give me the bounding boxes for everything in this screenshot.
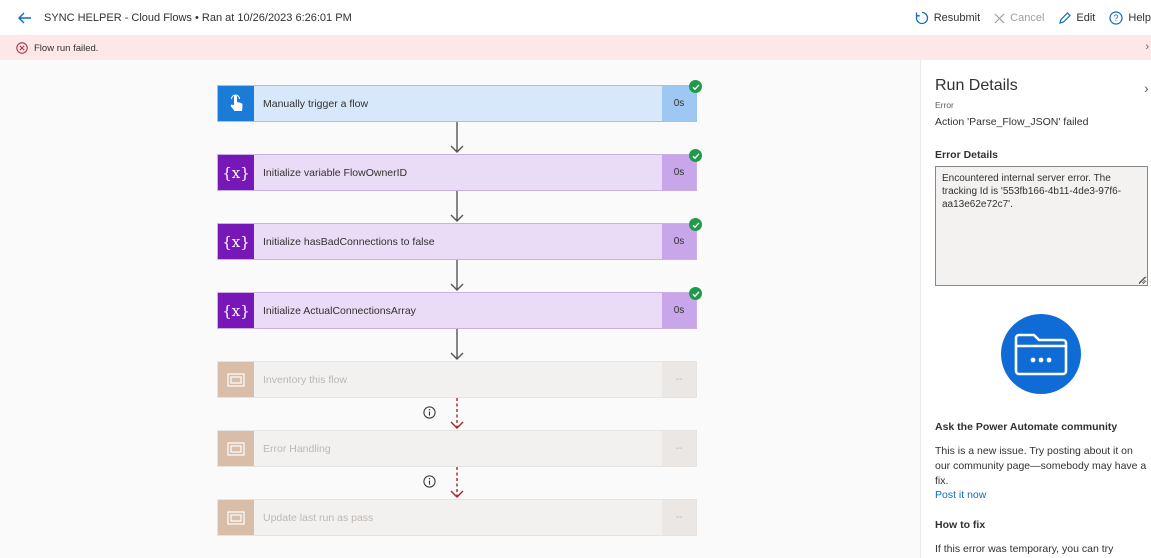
step-label: Initialize hasBadConnections to false [263, 235, 435, 248]
post-it-now-link[interactable]: Post it now [935, 489, 986, 501]
help-button[interactable]: ? Help [1109, 11, 1151, 25]
cancel-icon [994, 13, 1005, 23]
connector-arrow [450, 260, 464, 291]
status-label: Error [935, 100, 954, 110]
error-details-textarea[interactable]: Encountered internal server error. The t… [935, 166, 1148, 286]
error-circle-icon [16, 42, 28, 54]
back-arrow-icon [18, 12, 31, 23]
step-duration: -- [662, 431, 696, 466]
success-check-icon [689, 287, 702, 300]
edit-button[interactable]: Edit [1058, 11, 1096, 25]
folder-icon [1014, 333, 1068, 376]
how-to-fix-text: If this error was temporary, you can try [935, 543, 1114, 555]
svg-text:{x}: {x} [223, 164, 249, 182]
success-check-icon [689, 149, 702, 162]
panel-title: Run Details [935, 77, 1018, 94]
community-heading: Ask the Power Automate community [935, 421, 1118, 433]
info-icon[interactable] [423, 406, 436, 419]
error-details-text: Encountered internal server error. The t… [942, 173, 1122, 210]
edit-label: Edit [1076, 12, 1096, 24]
page-title: SYNC HELPER - Cloud Flows • Ran at 10/26… [44, 11, 352, 24]
collapse-chevron-icon[interactable]: › [1144, 80, 1149, 96]
skipped-connector-arrow [450, 467, 464, 498]
back-button[interactable] [10, 0, 40, 36]
info-icon[interactable] [423, 475, 436, 488]
resubmit-label: Resubmit [933, 12, 981, 24]
step-label: Initialize ActualConnectionsArray [263, 304, 416, 317]
variable-icon: {x} [218, 155, 254, 190]
connector-arrow [450, 329, 464, 360]
error-details-heading: Error Details [935, 149, 999, 161]
connector-arrow [450, 122, 464, 153]
flow-step-manual-trigger[interactable]: Manually trigger a flow 0s [217, 85, 697, 122]
flow-step-error-handling[interactable]: Error Handling -- [217, 430, 697, 467]
scope-icon [218, 431, 254, 466]
connector-arrow [450, 191, 464, 222]
flow-step-init-flowownerid[interactable]: {x} Initialize variable FlowOwnerID 0s [217, 154, 697, 191]
step-label: Inventory this flow [263, 373, 348, 386]
resize-grip-icon[interactable] [1138, 276, 1146, 284]
resubmit-icon [915, 11, 928, 25]
step-label: Manually trigger a flow [263, 97, 369, 110]
run-details-panel: Run Details › Error Action 'Parse_Flow_J… [920, 60, 1151, 558]
step-label: Initialize variable FlowOwnerID [263, 166, 408, 179]
header-bar: SYNC HELPER - Cloud Flows • Ran at 10/26… [0, 0, 1151, 36]
cancel-button[interactable]: Cancel [994, 12, 1044, 24]
dismiss-chevron-icon[interactable]: › [1145, 41, 1149, 53]
error-message: Flow run failed. [34, 42, 99, 54]
pencil-icon [1059, 11, 1072, 24]
svg-text:{x}: {x} [223, 233, 249, 251]
step-duration: -- [662, 362, 696, 397]
flow-step-init-actualconnectionsarray[interactable]: {x} Initialize ActualConnectionsArray 0s [217, 292, 697, 329]
community-text: This is a new issue. Try posting about i… [935, 445, 1147, 487]
scope-icon [218, 500, 254, 535]
touch-icon [218, 86, 254, 121]
skipped-connector-arrow [450, 398, 464, 429]
success-check-icon [689, 218, 702, 231]
success-check-icon [689, 80, 702, 93]
flow-step-update-last-run[interactable]: Update last run as pass -- [217, 499, 697, 536]
folder-illustration [1001, 314, 1081, 394]
step-label: Update last run as pass [263, 511, 374, 524]
flow-step-init-hasbadconnections[interactable]: {x} Initialize hasBadConnections to fals… [217, 223, 697, 260]
step-duration: -- [662, 500, 696, 535]
svg-text:?: ? [1114, 13, 1119, 23]
help-icon: ? [1109, 11, 1123, 25]
status-message: Action 'Parse_Flow_JSON' failed [935, 116, 1089, 128]
how-to-fix-heading: How to fix [935, 519, 986, 531]
flow-step-inventory-this-flow[interactable]: Inventory this flow -- [217, 361, 697, 398]
variable-icon: {x} [218, 293, 254, 328]
flow-canvas: Manually trigger a flow 0s {x} Initializ… [0, 60, 920, 558]
step-label: Error Handling [263, 442, 331, 455]
scope-icon [218, 362, 254, 397]
help-label: Help [1128, 12, 1151, 24]
variable-icon: {x} [218, 224, 254, 259]
cancel-label: Cancel [1010, 12, 1045, 24]
svg-text:{x}: {x} [223, 302, 249, 320]
header-actions: Resubmit Cancel Edit ? Help [901, 0, 1151, 36]
resubmit-button[interactable]: Resubmit [915, 11, 980, 25]
error-banner: Flow run failed. › [0, 36, 1151, 60]
